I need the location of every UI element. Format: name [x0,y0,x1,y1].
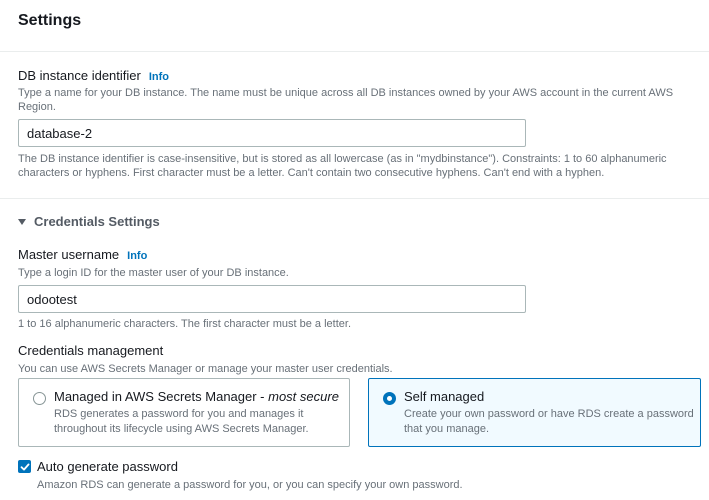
credentials-section-toggle[interactable]: Credentials Settings [18,214,160,229]
db-identifier-label-text: DB instance identifier [18,68,141,83]
db-identifier-constraint: The DB instance identifier is case-insen… [18,153,667,179]
self-managed-option-title: Self managed [404,389,485,404]
auto-generate-label[interactable]: Auto generate password [37,459,178,474]
db-identifier-description: Type a name for your DB instance. The na… [18,87,674,113]
caret-down-icon [18,218,26,225]
secrets-manager-option-title-text: Managed in AWS Secrets Manager - [54,389,269,404]
credentials-management-label: Credentials management [18,343,164,358]
secrets-manager-option-emphasis: most secure [268,389,339,404]
master-username-constraint: 1 to 16 alphanumeric characters. The fir… [18,318,352,330]
secrets-manager-option-description: RDS generates a password for you and man… [54,408,309,435]
master-username-input[interactable] [18,285,526,313]
master-username-label-text: Master username [18,247,120,262]
credentials-section-title: Credentials Settings [34,214,160,229]
radio-selected-icon[interactable] [383,392,396,405]
section-divider [0,198,709,199]
settings-header: Settings [0,0,709,52]
credentials-management-description: You can use AWS Secrets Manager or manag… [18,363,393,375]
master-username-description: Type a login ID for the master user of y… [18,267,289,279]
settings-title: Settings [18,12,82,29]
db-identifier-input[interactable] [18,119,526,147]
secrets-manager-option[interactable]: Managed in AWS Secrets Manager - most se… [18,378,350,447]
secrets-manager-option-title: Managed in AWS Secrets Manager - most se… [54,389,339,404]
db-identifier-info-link[interactable]: Info [149,71,169,83]
master-username-label: Master username Info [18,247,147,262]
self-managed-option[interactable]: Self managed Create your own password or… [368,378,701,447]
radio-unselected-icon[interactable] [33,392,46,405]
master-username-info-link[interactable]: Info [127,250,147,262]
self-managed-option-description: Create your own password or have RDS cre… [404,408,694,435]
auto-generate-checkbox[interactable] [18,460,31,473]
db-identifier-label: DB instance identifier Info [18,68,169,83]
checkmark-icon [20,463,29,470]
auto-generate-description: Amazon RDS can generate a password for y… [37,479,463,491]
